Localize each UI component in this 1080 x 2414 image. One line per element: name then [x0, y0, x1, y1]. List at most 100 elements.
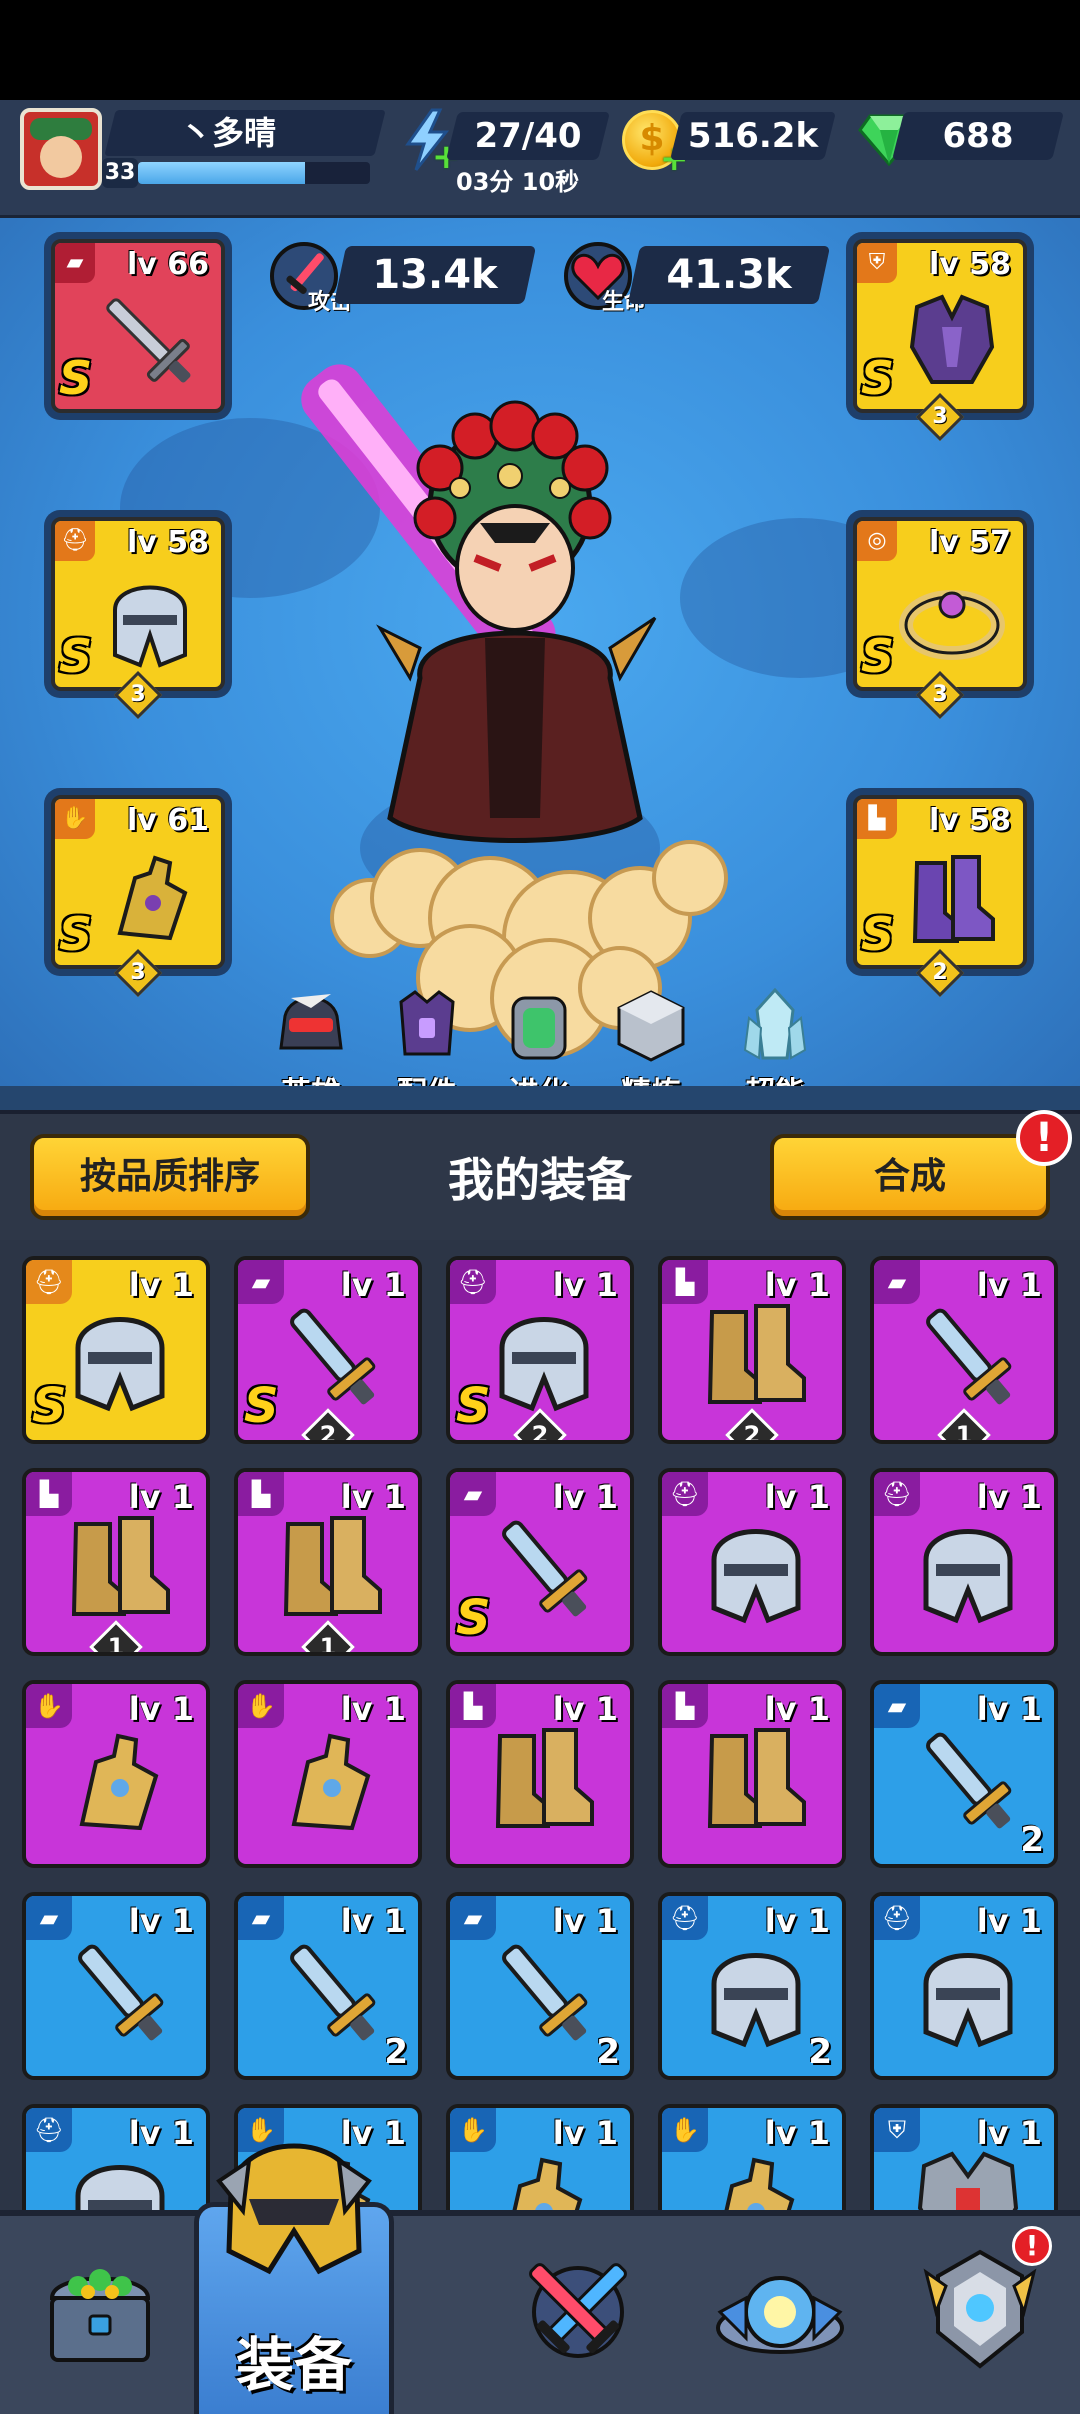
equipped-helmet-level: lv 58 — [126, 525, 209, 560]
accessory-icon — [399, 990, 455, 1056]
inventory-item-rank: S — [32, 1378, 67, 1434]
weapon-art — [290, 1944, 376, 2041]
health-value: 41.3k — [666, 252, 792, 298]
nav-shop[interactable] — [0, 2216, 200, 2414]
inventory-item-boots[interactable]: ▙ lv 1 — [658, 1680, 846, 1868]
inventory-item-gloves[interactable]: ✋ lv 1 — [234, 1680, 422, 1868]
inventory-item-weapon[interactable]: ▰ lv 1S — [446, 1468, 634, 1656]
inventory-item-gloves[interactable]: ✋ lv 1 — [22, 1680, 210, 1868]
weapon-art — [502, 1944, 588, 2041]
helmet-art — [75, 1317, 165, 1412]
gems-value: 688 — [942, 116, 1014, 156]
helmet-icon — [216, 2143, 372, 2275]
resource-bar: 丶多晴 33 + 27/40 03分 10秒 $ + 516.2k 688 — [0, 100, 1080, 218]
boots-art — [912, 855, 995, 943]
boots-art — [71, 1516, 170, 1616]
evolve-icon — [511, 996, 567, 1060]
equipped-chest-level: lv 58 — [928, 247, 1011, 282]
belt-icon: ◎ — [857, 521, 897, 561]
inventory-item-helmet[interactable]: ⛑ lv 1 — [870, 1468, 1058, 1656]
equipped-slot-helmet[interactable]: ⛑ lv 58 S 3 — [44, 510, 232, 720]
tool-hero-button[interactable]: 英雄 — [256, 988, 366, 1111]
inventory-item-gloves[interactable]: ✋ lv 1 — [658, 2104, 846, 2210]
inventory-item-weapon[interactable]: ▰ lv 1 — [22, 1892, 210, 2080]
tool-accessory-button[interactable]: 配件 — [372, 988, 482, 1111]
helmet-art — [711, 1529, 801, 1624]
inventory-grid: ⛑ lv 1 S ▰ lv 1 S 2 ⛑ lv 1 S 2 ▙ lv 1 2 ▰ lv 1 1 ▙ lv 1 1 ▙ l… — [0, 1240, 1080, 2210]
energy-value: 27/40 — [474, 116, 582, 156]
gauntlet-art — [117, 855, 188, 941]
inventory-item-boots[interactable]: ▙ lv 11 — [22, 1468, 210, 1656]
helmet-art — [75, 2165, 165, 2210]
inventory-item-boots[interactable]: ▙ lv 12 — [658, 1256, 846, 1444]
xp-fill — [138, 162, 306, 184]
inventory-item-count: 2 — [808, 2032, 832, 2072]
equipped-boots-level: lv 58 — [928, 803, 1011, 838]
equipped-weapon-level: lv 66 — [126, 247, 209, 282]
inventory-item-weapon[interactable]: ▰ lv 1S2 — [234, 1256, 422, 1444]
boots-art — [283, 1516, 382, 1616]
helmet-art — [499, 1317, 589, 1412]
equipped-slot-belt[interactable]: ◎ lv 57 S 3 — [846, 510, 1034, 720]
inventory-item-gloves[interactable]: ✋ lv 1 — [446, 2104, 634, 2210]
equipped-weapon-rank: S — [59, 351, 93, 405]
equipped-belt-level: lv 57 — [928, 525, 1011, 560]
hero-character[interactable] — [260, 318, 760, 1098]
inventory-item-helmet[interactable]: ⛑ lv 1 — [22, 2104, 210, 2210]
player-name: 丶多晴 — [180, 114, 277, 152]
gems-pill: 688 — [892, 112, 1064, 160]
inventory-item-helmet[interactable]: ⛑ lv 1S2 — [446, 1256, 634, 1444]
refine-icon — [617, 990, 685, 1062]
inventory-item-count: 2 — [596, 2032, 620, 2072]
hero-icon — [279, 994, 343, 1050]
inventory-item-chest[interactable]: ⛨ lv 1 — [870, 2104, 1058, 2210]
nav-rank[interactable]: ! — [880, 2216, 1080, 2414]
inventory-item-boots[interactable]: ▙ lv 11 — [234, 1468, 422, 1656]
equipped-chest-rank: S — [861, 351, 895, 405]
knight-helmet-art — [113, 585, 187, 668]
energy-pill: 27/40 — [446, 112, 610, 160]
inventory-item-helmet[interactable]: ⛑ lv 1 — [658, 1468, 846, 1656]
equipped-slot-chest[interactable]: ⛨ lv 58 S 3 — [846, 232, 1034, 442]
inventory-item-helmet[interactable]: ⛑ lv 1S — [22, 1256, 210, 1444]
attack-stat: 13.4k — [333, 246, 537, 304]
avatar-face — [40, 136, 82, 178]
merge-alert-badge: ! — [1016, 1110, 1072, 1166]
weapon-art — [926, 1732, 1012, 1829]
sword-icon — [106, 298, 191, 383]
inventory-item-weapon[interactable]: ▰ lv 12 — [234, 1892, 422, 2080]
inventory-item-weapon[interactable]: ▰ lv 12 — [446, 1892, 634, 2080]
tool-evolve-button[interactable]: 进化 — [484, 988, 594, 1111]
equipment-header: 按品质排序 我的装备 合成 ! — [0, 1110, 1080, 1240]
tool-refine-button[interactable]: 精炼 — [596, 988, 706, 1111]
equipped-slot-weapon[interactable]: ▰ lv 66 S — [44, 232, 232, 420]
inventory-item-rank: S — [456, 1378, 491, 1434]
tool-crystal-button[interactable]: 超能 — [720, 987, 830, 1111]
merge-button[interactable]: 合成 — [770, 1134, 1050, 1220]
equipped-gloves-level: lv 61 — [126, 803, 209, 838]
status-bar — [0, 0, 1080, 100]
xp-bar — [138, 162, 370, 184]
inventory-item-weapon[interactable]: ▰ lv 11 — [870, 1256, 1058, 1444]
equipped-slot-boots[interactable]: ▙ lv 58 S 2 — [846, 788, 1034, 998]
blaster-icon: ▰ — [55, 243, 95, 283]
inventory-item-weapon[interactable]: ▰ lv 12 — [870, 1680, 1058, 1868]
armor-icon: ⛨ — [857, 243, 897, 283]
sort-by-quality-button[interactable]: 按品质排序 — [30, 1134, 310, 1220]
player-level: 33 — [102, 158, 138, 188]
chest-art — [917, 2151, 1019, 2210]
inventory-item-helmet[interactable]: ⛑ lv 1 — [870, 1892, 1058, 2080]
equipped-slot-gloves[interactable]: ✋ lv 61 S 3 — [44, 788, 232, 998]
avatar[interactable] — [20, 108, 102, 190]
nav-rank-alert-badge: ! — [1012, 2226, 1052, 2266]
nav-summon[interactable] — [680, 2216, 880, 2414]
weapon-art — [502, 1520, 588, 1617]
nav-equipment[interactable]: 装备 — [194, 2143, 394, 2414]
nav-battle[interactable] — [478, 2216, 678, 2414]
coins-value: 516.2k — [687, 116, 819, 156]
player-name-plate: 丶多晴 — [104, 110, 386, 156]
equipped-gloves-rank: S — [59, 907, 93, 961]
helmet-art — [711, 1953, 801, 2048]
inventory-item-boots[interactable]: ▙ lv 1 — [446, 1680, 634, 1868]
inventory-item-helmet[interactable]: ⛑ lv 12 — [658, 1892, 846, 2080]
